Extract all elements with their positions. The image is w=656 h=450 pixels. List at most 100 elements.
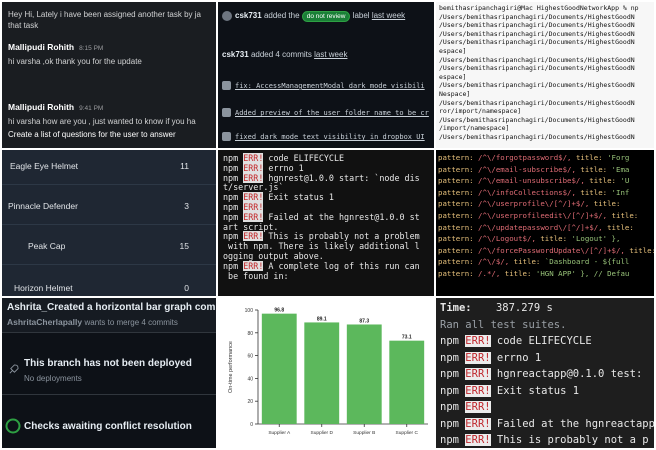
timestamp-link[interactable]: last week <box>314 50 347 59</box>
deploy-status-sub: No deployments <box>24 374 82 383</box>
y-tick-label: 20 <box>247 399 253 405</box>
terminal-line: /Users/bemithasripanchagiri/Documents/Hi… <box>439 21 635 30</box>
err-tag: ERR! <box>465 368 491 380</box>
code-line: pattern: /^\/userprofile\/[^/]+$/, title… <box>438 198 654 210</box>
x-tick-label: Supplier A <box>268 430 291 436</box>
y-tick-label: 40 <box>247 376 253 382</box>
code-line: pattern: /^\/Logout$/, title: 'Logout' }… <box>438 233 654 245</box>
terminal-line: /Users/bemithasripanchagiri/Documents/Hi… <box>439 132 635 141</box>
chat-panel: Hey Hi, Lately i have been assigned anot… <box>2 2 216 148</box>
code-line: pattern: /^\/forgotpassword$/, title: 'F… <box>438 152 654 164</box>
npm-tag: npm <box>223 162 239 173</box>
commit-message-link[interactable]: fixed dark mode text visibility in dropb… <box>235 133 425 141</box>
log-text: Exit status 1 <box>263 192 334 203</box>
rocket-icon <box>8 364 19 377</box>
time-label: Time: <box>440 302 472 314</box>
bar <box>389 340 425 424</box>
code-lines: pattern: /^\/forgotpassword$/, title: 'F… <box>438 152 654 280</box>
timeline-event-commits: csk731 added 4 commits last week <box>222 50 347 59</box>
pattern-keyword: pattern: <box>438 164 479 174</box>
bar <box>304 322 340 424</box>
log-text: Failed at the hgnrest@1.0.0 st <box>263 211 420 222</box>
event-text: label <box>352 11 370 21</box>
checks-status-title: Checks awaiting conflict resolution <box>24 421 192 432</box>
route-title: 'Ema <box>611 164 630 174</box>
title-keyword: title: <box>575 153 608 162</box>
chat-message-text: Hey Hi, Lately i have been assigned anot… <box>8 10 202 19</box>
commit-message-link[interactable]: Added preview of the user folder name to… <box>235 109 429 117</box>
commit-avatar <box>222 132 231 142</box>
route-regex: /^\/userprofileedit\/[^/]+$/, <box>478 210 612 220</box>
route-regex: /^\/forgotpassword$/, <box>478 153 576 162</box>
list-item[interactable]: Horizon Helmet 0 <box>2 272 216 296</box>
pr-status-panel: Ashrita_Created a horizontal bar graph c… <box>2 298 216 448</box>
route-regex: /.*/, <box>478 268 505 278</box>
err-tag: ERR! <box>465 417 491 430</box>
route-regex: /^\/Logout$/, <box>478 234 541 244</box>
terminal-line: espace] <box>439 46 467 55</box>
avatar[interactable] <box>222 11 232 21</box>
npm-tag: npm <box>223 231 239 242</box>
author-link[interactable]: AshritaCherlapally <box>7 317 82 327</box>
sender-name[interactable]: Mallipudi Rohith <box>8 102 74 112</box>
title-keyword: title: <box>629 245 654 255</box>
x-tick-label: Supplier B <box>353 430 375 436</box>
npm-tag: npm <box>223 260 239 271</box>
npm-tag: npm <box>440 384 466 397</box>
code-line: pattern: /^\/infoCollections$/, title: '… <box>438 187 654 199</box>
terminal-line: ror/import/namespace] <box>439 107 522 116</box>
sender-name[interactable]: Mallipudi Rohith <box>8 42 74 52</box>
chat-message-text: that task <box>8 21 39 30</box>
user-link[interactable]: csk731 <box>235 11 262 20</box>
list-item[interactable]: Pinnacle Defender 3 <box>2 190 216 225</box>
log-line: npm ERR! errno 1 <box>440 350 650 367</box>
terminal-line: /Users/bemithasripanchagiri/Documents/Hi… <box>439 55 635 64</box>
err-tag: ERR! <box>243 231 264 242</box>
commit-message-link[interactable]: fix: AccessManagementModal dark mode vis… <box>235 82 425 90</box>
route-title: 'Logout' }, <box>571 234 621 244</box>
message-timestamp[interactable]: 8:15 PM <box>79 45 103 52</box>
item-count: 3 <box>184 201 189 211</box>
code-line: pattern: /^\/email-unsubscribe$/, title:… <box>438 175 654 187</box>
err-tag: ERR! <box>243 172 264 183</box>
y-tick-label: 60 <box>247 354 253 360</box>
log-text: This is probably not a problem <box>263 231 420 242</box>
log-text: A complete log of this run can <box>263 260 420 271</box>
item-name: Pinnacle Defender <box>8 201 78 211</box>
x-tick-label: Supplier C <box>396 430 419 436</box>
terminal-line: /import/namespace] <box>439 124 510 133</box>
log-line: npm ERR! Exit status 1 <box>440 383 650 400</box>
terminal-line: /Users/bemithasripanchagiri/Documents/Hi… <box>439 12 635 21</box>
user-link[interactable]: csk731 <box>222 50 249 59</box>
bar <box>346 324 382 424</box>
message-timestamp[interactable]: 9:41 PM <box>79 105 103 112</box>
terminal-line: /Users/bemithasripanchagiri/Documents/Hi… <box>439 64 635 73</box>
commit-avatar <box>222 81 231 91</box>
ran-text: Ran all test suites. <box>440 318 567 331</box>
timestamp-link[interactable]: last week <box>372 11 405 20</box>
npm-error-terminal: npm ERR! code ELIFECYCLE npm ERR! errno … <box>218 150 434 296</box>
code-line: pattern: /.*/, title: 'HGN APP' }, // De… <box>438 268 654 280</box>
item-count: 15 <box>179 241 189 251</box>
commit-row: Added preview of the user folder name to… <box>222 108 429 118</box>
pr-title[interactable]: Ashrita_Created a horizontal bar graph c… <box>7 302 216 313</box>
terminal-line: bemithasripanchagiri@Mac HighestGoodNetw… <box>439 4 639 12</box>
item-name: Eagle Eye Helmet <box>10 161 79 171</box>
list-item[interactable]: Eagle Eye Helmet 11 <box>2 150 216 185</box>
title-keyword: title: <box>607 222 634 232</box>
list-item[interactable]: Peak Cap 15 <box>2 230 216 265</box>
log-text: code ELIFECYCLE <box>490 335 592 347</box>
log-line: be found in: <box>223 270 289 281</box>
npm-tag: npm <box>440 335 466 347</box>
route-title: `Dashboard - ${full <box>544 257 630 267</box>
pattern-keyword: pattern: <box>438 222 479 232</box>
terminal-line: /Users/bemithasripanchagiri/Documents/Hi… <box>439 29 635 38</box>
err-tag: ERR! <box>465 351 491 364</box>
label-badge[interactable]: do not review <box>301 11 351 23</box>
test-terminal: Time: 387.279 s Ran all test suites. npm… <box>436 298 654 448</box>
title-keyword: title: <box>589 176 621 186</box>
pr-meta: AshritaCherlapally wants to merge 4 comm… <box>7 317 178 327</box>
terminal-output: bemithasripanchagiri@Mac HighestGoodNetw… <box>436 2 654 148</box>
log-text: errno 1 <box>490 351 542 364</box>
pattern-keyword: pattern: <box>438 199 479 209</box>
